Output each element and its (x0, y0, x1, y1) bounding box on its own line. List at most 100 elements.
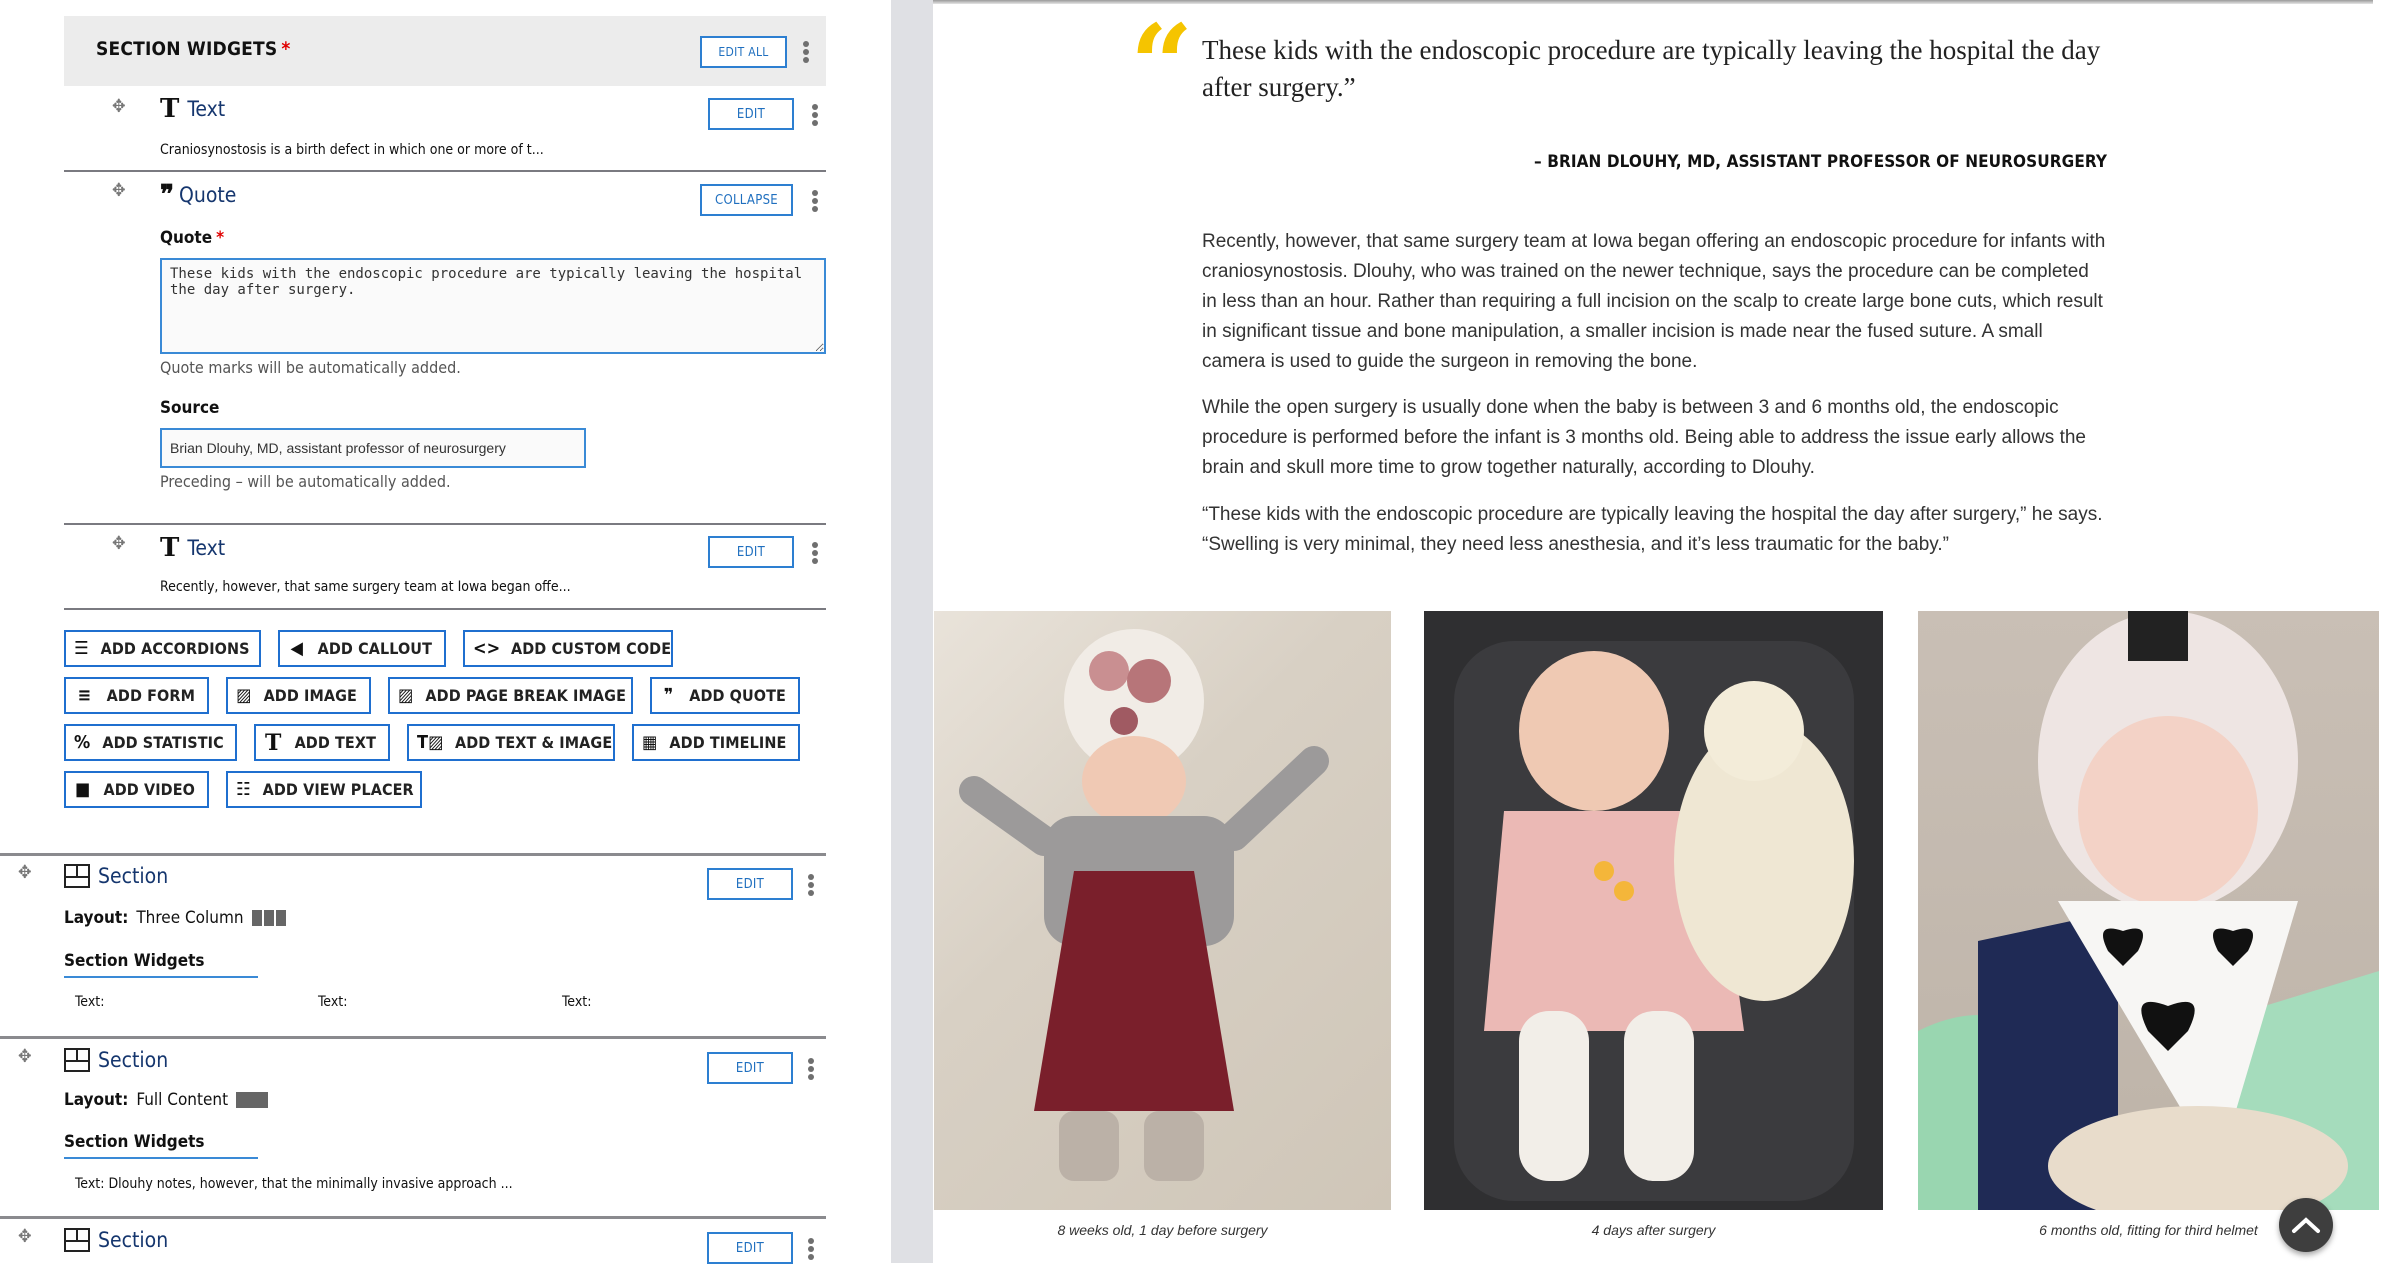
widget-text-1: ✥ T Text EDIT Craniosynostosis is a birt… (64, 92, 826, 170)
section-widgets-title: SECTION WIDGETS * (96, 38, 291, 60)
add-page-break-image-button[interactable]: ▨ ADD PAGE BREAK IMAGE (388, 677, 633, 714)
add-view-placer-button[interactable]: ☷ ADD VIEW PLACER (226, 771, 422, 808)
three-column-layout-icon (251, 910, 286, 926)
divider (0, 1216, 826, 1219)
add-widget-row-4: ■ ADD VIDEO ☷ ADD VIEW PLACER (64, 771, 422, 808)
drag-handle-icon[interactable]: ✥ (18, 862, 32, 883)
video-icon: ■ (75, 779, 91, 800)
kebab-menu-icon[interactable] (806, 874, 816, 898)
section-icon (64, 1228, 90, 1252)
add-text-button[interactable]: T ADD TEXT (254, 724, 390, 761)
widget-text-2: ✥ T Text EDIT Recently, however, that sa… (64, 527, 826, 607)
photo-3 (1918, 611, 2379, 1210)
divider (64, 608, 826, 610)
edit-all-button[interactable]: EDIT ALL (700, 36, 787, 68)
quote-field-label: Quote * (160, 228, 225, 248)
source-input[interactable] (160, 428, 586, 468)
add-statistic-button[interactable]: % ADD STATISTIC (64, 724, 237, 761)
widget-title: T Text (160, 94, 225, 124)
section-three-column: ✥ Section EDIT Layout: Three Column Secti… (0, 856, 826, 1036)
text-icon: T (265, 729, 282, 756)
photo-3-image (1918, 611, 2379, 1210)
percent-icon: % (74, 732, 91, 753)
photo-caption: 4 days after surgery (1591, 1222, 1716, 1238)
section-collapsed: ✥ Section EDIT (0, 1220, 826, 1266)
edit-button[interactable]: EDIT (707, 1052, 793, 1084)
photo-1 (934, 611, 1391, 1210)
kebab-menu-icon[interactable] (806, 1058, 816, 1082)
kebab-menu-icon[interactable] (810, 542, 820, 566)
section-widgets-header: SECTION WIDGETS * EDIT ALL (64, 16, 826, 86)
collapse-button[interactable]: COLLAPSE (700, 184, 793, 216)
section-icon (64, 864, 90, 888)
article-preview: “ These kids with the endoscopic procedu… (933, 0, 2400, 1266)
section-widget-text: Text: (75, 994, 105, 1010)
drag-handle-icon[interactable]: ✥ (112, 96, 126, 117)
add-quote-button[interactable]: ❞ ADD QUOTE (650, 677, 800, 714)
text-image-icon: T▨ (417, 732, 444, 753)
add-accordions-button[interactable]: ☰ ADD ACCORDIONS (64, 630, 261, 667)
divider (0, 1036, 826, 1039)
scroll-to-top-button[interactable] (2279, 1198, 2333, 1252)
drag-handle-icon[interactable]: ✥ (18, 1046, 32, 1067)
photo-caption: 8 weeks old, 1 day before surgery (1057, 1222, 1268, 1238)
form-icon: ≡ (77, 685, 92, 706)
kebab-menu-icon[interactable] (810, 104, 820, 128)
text-icon: T (160, 94, 180, 124)
photo-2 (1424, 611, 1883, 1210)
required-mark: * (281, 38, 291, 60)
add-widget-row-3: % ADD STATISTIC T ADD TEXT T▨ ADD TEXT & IM… (64, 724, 800, 761)
accordion-icon: ☰ (74, 638, 89, 659)
kebab-menu-icon[interactable] (810, 190, 820, 214)
section-layout: Layout: Full Content (64, 1090, 269, 1110)
add-widget-row-1: ☰ ADD ACCORDIONS ◀ ADD CALLOUT <> ADD CUSTO… (64, 630, 673, 667)
add-form-button[interactable]: ≡ ADD FORM (64, 677, 209, 714)
section-layout: Layout: Three Column (64, 908, 286, 928)
drag-handle-icon[interactable]: ✥ (112, 180, 126, 201)
widget-summary: Craniosynostosis is a birth defect in wh… (160, 142, 544, 158)
add-widget-row-2: ≡ ADD FORM ▨ ADD IMAGE ▨ ADD PAGE BREAK IMA… (64, 677, 800, 714)
kebab-menu-icon[interactable] (806, 1238, 816, 1262)
edit-button[interactable]: EDIT (708, 98, 794, 130)
body-paragraph: “These kids with the endoscopic procedur… (1202, 504, 2103, 555)
pull-quote: These kids with the endoscopic procedure… (1202, 35, 2101, 102)
add-custom-code-button[interactable]: <> ADD CUSTOM CODE (463, 630, 673, 667)
quote-icon: ❞ (160, 180, 174, 210)
widget-editor-panel: SECTION WIDGETS * EDIT ALL ✥ T Text EDIT … (0, 0, 891, 1266)
widget-type-label: Text (187, 536, 226, 560)
body-paragraph: While the open surgery is usually done w… (1202, 397, 2087, 478)
drag-handle-icon[interactable]: ✥ (112, 533, 126, 554)
megaphone-icon: ◀ (290, 638, 304, 659)
add-image-button[interactable]: ▨ ADD IMAGE (226, 677, 371, 714)
section-title: Section (64, 864, 168, 888)
edit-button[interactable]: EDIT (708, 536, 794, 568)
list-icon: ☷ (236, 779, 251, 800)
quote-textarea[interactable]: These kids with the endoscopic procedure… (160, 258, 826, 354)
edit-button[interactable]: EDIT (707, 1232, 793, 1264)
quote-mark-icon: “ (1130, 0, 1194, 129)
add-timeline-button[interactable]: ▦ ADD TIMELINE (632, 724, 800, 761)
section-icon (64, 1048, 90, 1072)
kebab-menu-icon[interactable] (801, 41, 811, 65)
quote-icon: ❞ (663, 685, 674, 706)
widget-summary: Recently, however, that same surgery tea… (160, 579, 571, 595)
full-content-layout-icon (236, 1092, 269, 1108)
section-widget-text: Text: (318, 994, 348, 1010)
section-widgets-label: Section Widgets (64, 1132, 258, 1159)
body-paragraph: Recently, however, that same surgery tea… (1202, 231, 2106, 372)
source-field-label: Source (160, 398, 220, 418)
source-help-text: Preceding – will be automatically added. (160, 472, 451, 491)
edit-button[interactable]: EDIT (707, 868, 793, 900)
add-video-button[interactable]: ■ ADD VIDEO (64, 771, 209, 808)
calendar-icon: ▦ (642, 732, 658, 753)
chevron-up-icon (2292, 1217, 2320, 1233)
widget-title: T Text (160, 533, 225, 563)
code-icon: <> (473, 638, 501, 659)
section-full-content: ✥ Section EDIT Layout: Full Content Secti… (0, 1040, 826, 1215)
drag-handle-icon[interactable]: ✥ (18, 1226, 32, 1247)
panel-splitter[interactable] (891, 0, 933, 1263)
add-text-image-button[interactable]: T▨ ADD TEXT & IMAGE (407, 724, 615, 761)
add-callout-button[interactable]: ◀ ADD CALLOUT (278, 630, 446, 667)
widget-title: ❞ Quote (160, 180, 236, 210)
photo-1-image (959, 629, 1329, 1181)
